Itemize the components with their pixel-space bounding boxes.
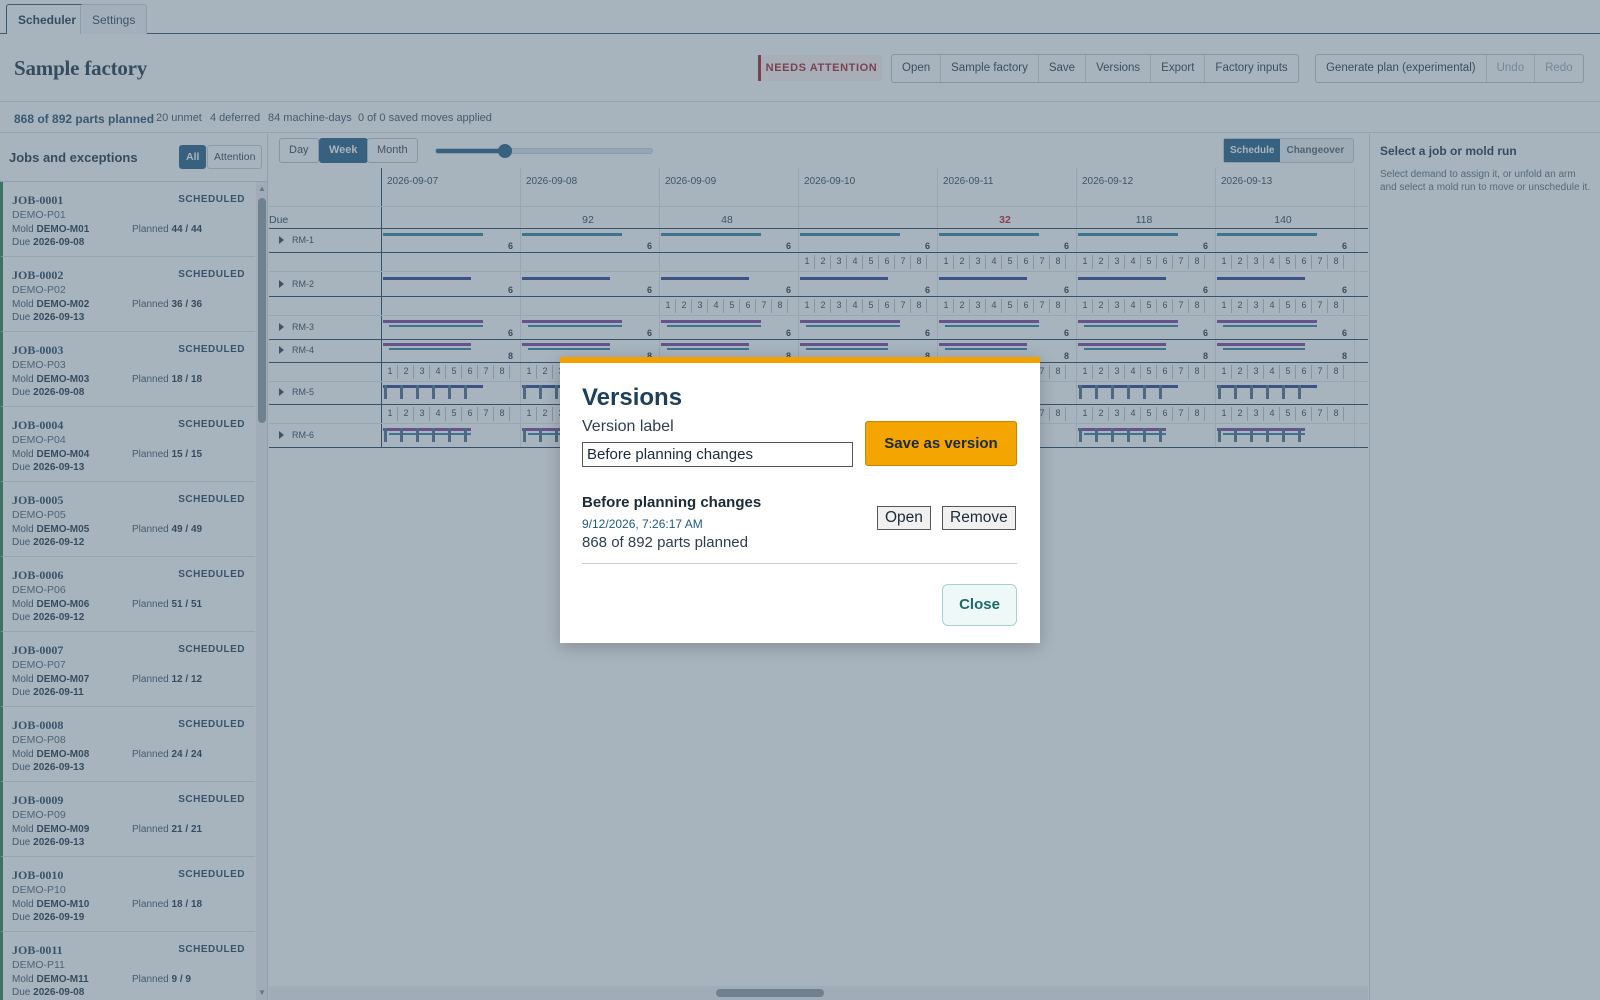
versions-dialog: Versions Version label Save as version B… xyxy=(560,357,1040,643)
save-as-version-button[interactable]: Save as version xyxy=(865,421,1017,466)
dialog-title: Versions xyxy=(582,384,683,411)
close-dialog-button[interactable]: Close xyxy=(942,584,1017,626)
app-root: Scheduler Settings Sample factory NEEDS … xyxy=(0,0,1600,1000)
version-label-text: Version label xyxy=(582,418,674,435)
open-version-button[interactable]: Open xyxy=(877,506,931,530)
version-label-input[interactable] xyxy=(582,442,853,467)
version-timestamp: 9/12/2026, 7:26:17 AM xyxy=(582,517,703,531)
remove-version-button[interactable]: Remove xyxy=(942,506,1016,530)
version-name: Before planning changes xyxy=(582,494,762,511)
dialog-divider xyxy=(582,563,1017,564)
version-parts-planned: 868 of 892 parts planned xyxy=(582,534,748,551)
